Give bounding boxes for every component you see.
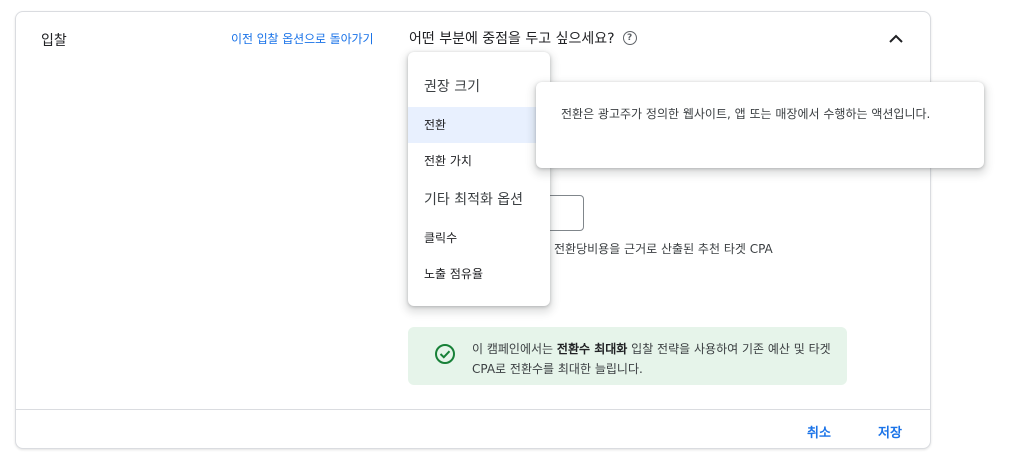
info-text-strategy-name: 전환수 최대화	[556, 342, 628, 356]
target-cpa-helper-text: 전환당비용을 근거로 산출된 추천 타겟 CPA	[554, 242, 773, 256]
focus-question-label: 어떤 부분에 중점을 두고 싶으세요?	[409, 31, 615, 47]
info-text-prefix: 이 캠페인에서는	[472, 342, 557, 356]
focus-dropdown-menu: 권장 크기 전환 전환 가치 기타 최적화 옵션 클릭수 노출 점유율	[408, 52, 550, 306]
cancel-button[interactable]: 취소	[807, 422, 831, 441]
strategy-info-text: 이 캠페인에서는 전환수 최대화 입찰 전략을 사용하여 기존 예산 및 타겟 …	[472, 339, 832, 379]
dropdown-item-conversion-value[interactable]: 전환 가치	[408, 143, 550, 179]
focus-question: 어떤 부분에 중점을 두고 싶으세요? ?	[409, 28, 637, 48]
chevron-up-icon[interactable]	[884, 29, 908, 49]
dropdown-heading-recommended: 권장 크기	[424, 79, 480, 95]
save-button[interactable]: 저장	[878, 422, 902, 441]
conversion-tooltip: 전환은 광고주가 정의한 웹사이트, 앱 또는 매장에서 수행하는 액션입니다.	[536, 82, 984, 168]
check-circle-icon	[434, 343, 456, 365]
back-to-previous-bidding-link[interactable]: 이전 입찰 옵션으로 돌아가기	[231, 30, 374, 47]
dropdown-item-conversions[interactable]: 전환	[408, 107, 550, 143]
strategy-info-box: 이 캠페인에서는 전환수 최대화 입찰 전략을 사용하여 기존 예산 및 타겟 …	[408, 327, 847, 385]
section-title: 입찰	[41, 33, 67, 49]
dropdown-item-impression-share[interactable]: 노출 점유율	[408, 256, 550, 292]
dropdown-item-clicks[interactable]: 클릭수	[408, 220, 550, 256]
footer-divider	[16, 409, 930, 410]
dropdown-heading-other: 기타 최적화 옵션	[424, 192, 524, 208]
help-circle-icon[interactable]: ?	[622, 31, 637, 45]
